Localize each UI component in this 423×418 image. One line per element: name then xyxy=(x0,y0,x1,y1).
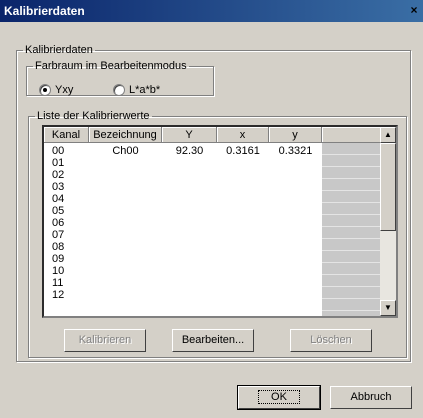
cell-kanal: 03 xyxy=(52,181,65,193)
kalibrieren-label: Kalibrieren xyxy=(78,334,132,346)
cell-y: 0.3321 xyxy=(278,145,313,157)
column-header-Y[interactable]: Y xyxy=(162,127,217,143)
cell-kanal: 08 xyxy=(52,241,65,253)
window-title: Kalibrierdaten xyxy=(4,4,85,18)
cell-kanal: 04 xyxy=(52,193,65,205)
table-row[interactable]: 01 xyxy=(44,157,384,169)
loeschen-button[interactable]: Löschen xyxy=(290,329,372,352)
abbruch-button[interactable]: Abbruch xyxy=(330,386,412,409)
table-row[interactable]: 09 xyxy=(44,253,384,265)
table-row[interactable]: 08 xyxy=(44,241,384,253)
scrollbar-thumb[interactable] xyxy=(380,143,396,231)
table-row[interactable]: 06 xyxy=(44,217,384,229)
vertical-scrollbar[interactable]: ▲ ▼ xyxy=(380,127,396,316)
cell-bezeichnung: Ch00 xyxy=(112,145,139,157)
cell-kanal: 10 xyxy=(52,265,65,277)
bearbeiten-label: Bearbeiten... xyxy=(181,334,245,346)
bearbeiten-button[interactable]: Bearbeiten... xyxy=(172,329,254,352)
cell-x: 0.3161 xyxy=(226,145,260,157)
title-bar: Kalibrierdaten × xyxy=(0,0,423,22)
radio-yxy-label: Yxy xyxy=(55,84,74,96)
column-header-y[interactable]: y xyxy=(269,127,322,143)
kalibrieren-button[interactable]: Kalibrieren xyxy=(64,329,146,352)
kalibrierwerte-list[interactable]: Kanal Bezeichnung Y x y 00 Ch00 92.30 0.316… xyxy=(42,125,398,318)
kalibrierdaten-legend: Kalibrierdaten xyxy=(25,44,93,56)
cell-kanal: 09 xyxy=(52,253,65,265)
radio-lab[interactable]: L*a*b* xyxy=(113,84,160,96)
scroll-down-icon[interactable]: ▼ xyxy=(380,300,396,316)
cell-kanal: 06 xyxy=(52,217,65,229)
table-row[interactable]: 12 xyxy=(44,289,384,301)
abbruch-label: Abbruch xyxy=(350,391,392,403)
column-header-kanal[interactable]: Kanal xyxy=(44,127,89,143)
cell-y: 92.30 xyxy=(175,145,204,157)
close-icon[interactable]: × xyxy=(407,3,421,17)
column-header-bezeichnung[interactable]: Bezeichnung xyxy=(89,127,162,143)
table-row[interactable]: 04 xyxy=(44,193,384,205)
cell-kanal: 00 xyxy=(52,145,65,157)
table-row[interactable]: 03 xyxy=(44,181,384,193)
table-row[interactable]: 07 xyxy=(44,229,384,241)
liste-legend: Liste der Kalibrierwerte xyxy=(37,110,150,122)
column-header-x[interactable]: x xyxy=(217,127,269,143)
farbraum-legend: Farbraum im Bearbeitenmodus xyxy=(35,60,187,72)
radio-lab-label: L*a*b* xyxy=(129,84,161,96)
table-row[interactable]: 00 Ch00 92.30 0.3161 0.3321 xyxy=(44,145,384,157)
cell-kanal: 11 xyxy=(52,277,64,289)
loeschen-label: Löschen xyxy=(310,334,352,346)
farbraum-group: Farbraum im Bearbeitenmodus Yxy L*a*b* xyxy=(26,60,214,96)
column-header-empty xyxy=(322,127,384,143)
radio-yxy-indicator[interactable] xyxy=(39,84,51,96)
table-row[interactable]: 05 xyxy=(44,205,384,217)
table-row[interactable]: 02 xyxy=(44,169,384,181)
ok-button[interactable]: OK xyxy=(237,385,321,410)
radio-lab-indicator[interactable] xyxy=(113,84,125,96)
cell-kanal: 01 xyxy=(52,157,65,169)
cell-kanal: 02 xyxy=(52,169,65,181)
table-row[interactable]: 10 xyxy=(44,265,384,277)
cell-kanal: 07 xyxy=(52,229,65,241)
scroll-up-icon[interactable]: ▲ xyxy=(380,127,396,143)
cell-kanal: 12 xyxy=(52,289,65,301)
cell-kanal: 05 xyxy=(52,205,65,217)
ok-label: OK xyxy=(258,390,300,404)
table-row[interactable]: 11 xyxy=(44,277,384,289)
radio-yxy[interactable]: Yxy xyxy=(39,84,73,96)
